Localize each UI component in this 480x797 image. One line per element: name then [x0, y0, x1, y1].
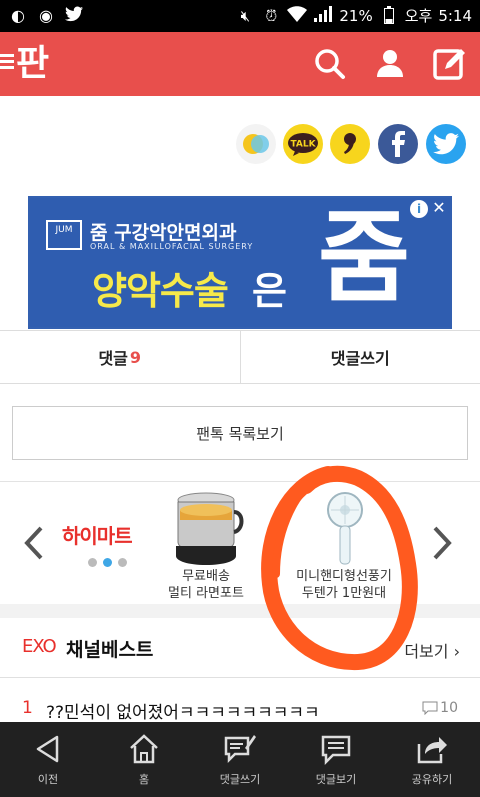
section-separator: [0, 604, 480, 618]
nav-home-label: 홈: [138, 773, 150, 786]
comment-bar: 댓글 9 댓글쓰기: [0, 330, 480, 384]
home-icon: [130, 734, 158, 764]
mute-icon: 🔇︎: [240, 6, 251, 25]
product-caption-ramen-pot[interactable]: 무료배송 멀티 라면포트: [160, 568, 252, 602]
comment-icon: [422, 701, 438, 715]
app-notification-icon: ◐: [11, 6, 25, 25]
status-bar: ◐ ◉ 🔇︎ ⏰︎ 21% 오후 5:14: [0, 0, 480, 32]
menu-icon[interactable]: [0, 54, 14, 72]
share-twitter-button[interactable]: [426, 124, 466, 164]
fantalk-list-button[interactable]: 팬톡 목록보기: [12, 406, 468, 460]
product-caption-mini-fan[interactable]: 미니핸디형선풍기 두텐가 1만원대: [284, 568, 404, 602]
search-button[interactable]: [312, 46, 348, 82]
product-line2: 두텐가 1만원대: [301, 586, 387, 601]
ad-clinic-name: 줌 구강악안면외과: [90, 222, 237, 244]
carousel-dot-active[interactable]: [103, 558, 112, 567]
chevron-right-icon: [433, 526, 452, 560]
carousel-prev-button[interactable]: [24, 526, 44, 560]
write-post-button[interactable]: [432, 46, 468, 82]
channel-more-link[interactable]: 더보기 ›: [404, 638, 460, 662]
channel-tag: EXO: [22, 636, 57, 657]
record-icon: ◉: [39, 6, 53, 25]
ad-headline-end: 은: [252, 269, 287, 313]
carousel-dots: [88, 558, 127, 567]
kakaostory-icon: [243, 134, 269, 154]
facebook-icon: [392, 131, 405, 157]
channel-best-header: EXO 채널베스트 더보기 ›: [0, 618, 480, 678]
view-comments-icon: [321, 735, 351, 766]
back-icon: [36, 735, 59, 763]
nav-back-button[interactable]: 이전: [0, 722, 96, 797]
nav-write-comment-label: 댓글쓰기: [219, 773, 261, 786]
twitter-notification-icon: [64, 6, 84, 26]
comma-icon: [344, 133, 356, 154]
battery-percent: 21%: [339, 6, 373, 25]
nav-view-comments-button[interactable]: 댓글보기: [288, 722, 384, 797]
twitter-icon: [433, 133, 459, 155]
nav-view-comments-label: 댓글보기: [315, 773, 357, 786]
more-label: 더보기: [404, 642, 449, 661]
ad-clinic-subtitle: ORAL & MAXILLOFACIAL SURGERY: [90, 242, 254, 251]
chevron-left-icon: [24, 526, 43, 560]
status-ampm: 오후: [404, 7, 433, 25]
ad-info-icon[interactable]: i: [410, 200, 428, 218]
post-comment-count: 10: [422, 700, 458, 716]
ad-brand: 줌: [318, 199, 410, 316]
app-header: 판: [0, 32, 480, 96]
carousel-dot[interactable]: [118, 558, 127, 567]
profile-button[interactable]: [372, 46, 408, 82]
share-kakaopage-button[interactable]: [330, 124, 370, 164]
product-line1: 미니핸디형선풍기: [296, 569, 392, 584]
nav-write-comment-button[interactable]: 댓글쓰기: [192, 722, 288, 797]
ad-headline: 양악수술: [92, 269, 229, 313]
wifi-icon: [287, 5, 308, 26]
nav-back-label: 이전: [37, 773, 59, 786]
nav-share-label: 공유하기: [411, 773, 453, 786]
view-comments-button[interactable]: 댓글 9: [0, 331, 241, 383]
comment-label: 댓글: [98, 349, 128, 368]
battery-icon: [379, 5, 399, 26]
post-title: ??민석이 없어졌어ㅋㅋㅋㅋㅋㅋㅋㅋㅋ: [46, 703, 320, 723]
ad-banner[interactable]: JUM 줌 구강악안면외과 ORAL & MAXILLOFACIAL SURGE…: [28, 196, 452, 329]
comment-count: 9: [129, 347, 142, 367]
product-image-mini-fan[interactable]: [320, 490, 370, 574]
alarm-icon: ⏰︎: [265, 6, 278, 25]
signal-icon: [313, 5, 333, 26]
chevron-right-icon: ›: [453, 642, 460, 661]
share-kakaostory-button[interactable]: [236, 124, 276, 164]
share-kakaotalk-button[interactable]: TALK: [283, 124, 323, 164]
search-icon: [315, 49, 345, 79]
share-facebook-button[interactable]: [378, 124, 418, 164]
product-image-ramen-pot[interactable]: [168, 490, 244, 572]
post-row[interactable]: 1 ??민석이 없어졌어ㅋㅋㅋㅋㅋㅋㅋㅋㅋ 10: [0, 696, 480, 724]
carousel-next-button[interactable]: [432, 526, 452, 560]
post-rank: 1: [22, 698, 33, 718]
clinic-logo: JUM: [46, 220, 82, 250]
kakaotalk-icon: TALK: [288, 133, 318, 156]
product-line1: 무료배송: [182, 569, 230, 584]
carousel-dot[interactable]: [88, 558, 97, 567]
channel-title: 채널베스트: [66, 639, 154, 661]
write-comment-button[interactable]: 댓글쓰기: [241, 331, 480, 383]
product-carousel: 하이마트 무료배송 멀티 라면포트 미니핸디형선풍기 두텐가 1만원대: [0, 482, 480, 604]
product-line2: 멀티 라면포트: [168, 586, 244, 601]
write-comment-icon: [224, 735, 256, 764]
share-icon: [417, 737, 447, 764]
nav-share-button[interactable]: 공유하기: [384, 722, 480, 797]
user-icon: [377, 50, 403, 77]
himart-logo[interactable]: 하이마트: [62, 520, 133, 549]
svg-text:TALK: TALK: [290, 140, 316, 150]
bottom-nav: 이전 홈 댓글쓰기 댓글보기 공유하기: [0, 722, 480, 797]
edit-icon: [433, 49, 465, 80]
ad-close-icon[interactable]: ✕: [430, 199, 448, 217]
nav-home-button[interactable]: 홈: [96, 722, 192, 797]
post-comment-number: 10: [440, 700, 458, 716]
status-time: 5:14: [438, 6, 472, 25]
app-logo[interactable]: 판: [16, 42, 49, 86]
